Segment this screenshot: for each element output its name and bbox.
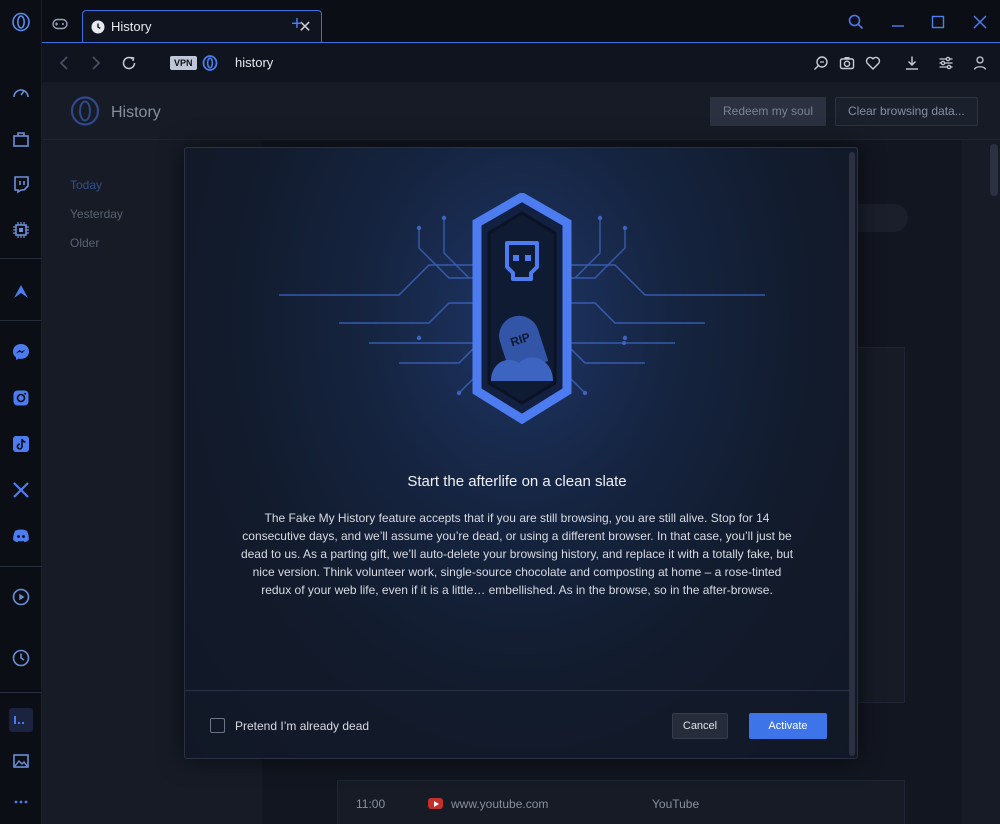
url-field[interactable]: history <box>235 55 273 70</box>
sidebar-divider <box>0 320 42 321</box>
sidebar-divider <box>0 566 42 567</box>
forward-button[interactable] <box>86 53 106 73</box>
close-window-button[interactable] <box>968 10 992 34</box>
chip-icon[interactable] <box>9 218 33 242</box>
table-row[interactable]: 11:00 www.youtube.com YouTube <box>337 780 905 824</box>
sidebar-divider <box>0 258 42 259</box>
history-title: YouTube <box>652 797 700 811</box>
back-button[interactable] <box>54 53 74 73</box>
new-tab-button[interactable]: + <box>287 14 307 34</box>
history-site[interactable]: www.youtube.com <box>451 797 548 811</box>
pretend-dead-option[interactable]: Pretend I’m already dead <box>210 718 369 733</box>
page-header: History Redeem my soul Clear browsing da… <box>42 82 1000 140</box>
instagram-icon[interactable] <box>9 386 33 410</box>
sidebar <box>0 0 42 824</box>
pretend-dead-label[interactable]: Pretend I’m already dead <box>235 719 369 733</box>
x-twitter-icon[interactable] <box>9 478 33 502</box>
tab-history[interactable]: History ✕ <box>82 10 322 42</box>
tiktok-icon[interactable] <box>9 432 33 456</box>
easy-setup-icon[interactable] <box>937 54 955 72</box>
history-date-nav: Today Yesterday Older <box>70 178 123 265</box>
more-options-icon[interactable] <box>9 790 33 814</box>
shopping-icon[interactable] <box>9 127 33 151</box>
reload-button[interactable] <box>119 53 139 73</box>
opera-page-icon <box>202 55 218 76</box>
nav-today[interactable]: Today <box>70 178 123 207</box>
profile-icon[interactable] <box>971 54 989 72</box>
youtube-icon <box>428 798 443 809</box>
twitch-icon[interactable] <box>9 172 33 196</box>
camera-icon[interactable] <box>838 54 856 72</box>
dialog-footer-divider <box>185 690 849 691</box>
page-scrollbar[interactable] <box>990 144 998 196</box>
pretend-dead-checkbox[interactable] <box>210 718 225 733</box>
dialog-description: The Fake My History feature accepts that… <box>240 511 794 597</box>
history-clock-icon[interactable] <box>9 646 33 670</box>
clock-icon <box>91 20 105 33</box>
browser-window: History ✕ + VPN history History Redeem m… <box>0 0 1000 824</box>
address-bar: VPN history <box>42 42 1000 82</box>
discord-icon[interactable] <box>9 524 33 548</box>
sidebar-divider <box>0 692 42 693</box>
tombstone-illustration: RIP <box>279 193 765 425</box>
search-icon[interactable] <box>844 10 868 34</box>
maximize-button[interactable] <box>926 10 950 34</box>
cancel-button[interactable]: Cancel <box>672 713 728 739</box>
history-time: 11:00 <box>356 797 386 811</box>
minimize-button[interactable] <box>886 10 910 34</box>
tab-title: History <box>111 19 152 34</box>
fake-my-history-dialog: RIP Start the afterlife on a clean slate… <box>184 147 858 759</box>
nav-older[interactable]: Older <box>70 236 123 265</box>
dialog-title: Start the afterlife on a clean slate <box>407 473 627 490</box>
player-icon[interactable] <box>9 585 33 609</box>
image-gallery-icon[interactable] <box>9 749 33 773</box>
page-title: History <box>111 104 161 121</box>
vpn-badge[interactable]: VPN <box>170 56 197 70</box>
speed-dial-icon[interactable] <box>9 81 33 105</box>
heart-icon[interactable] <box>864 54 882 72</box>
download-icon[interactable] <box>903 54 921 72</box>
activate-button[interactable]: Activate <box>749 713 827 739</box>
opera-logo-icon[interactable] <box>9 10 33 34</box>
zoom-search-icon[interactable] <box>812 54 830 72</box>
tab-strip: History ✕ + <box>42 0 1000 42</box>
workspace-icon[interactable] <box>9 708 33 732</box>
clear-browsing-data-button[interactable]: Clear browsing data... <box>835 97 978 126</box>
messenger-icon[interactable] <box>9 340 33 364</box>
opera-page-logo-icon <box>70 96 100 131</box>
nav-yesterday[interactable]: Yesterday <box>70 207 123 236</box>
redeem-my-soul-button[interactable]: Redeem my soul <box>710 97 827 126</box>
dialog-scrollbar[interactable] <box>849 152 855 756</box>
aria-icon[interactable] <box>9 280 33 304</box>
gamepad-icon[interactable] <box>52 17 68 35</box>
